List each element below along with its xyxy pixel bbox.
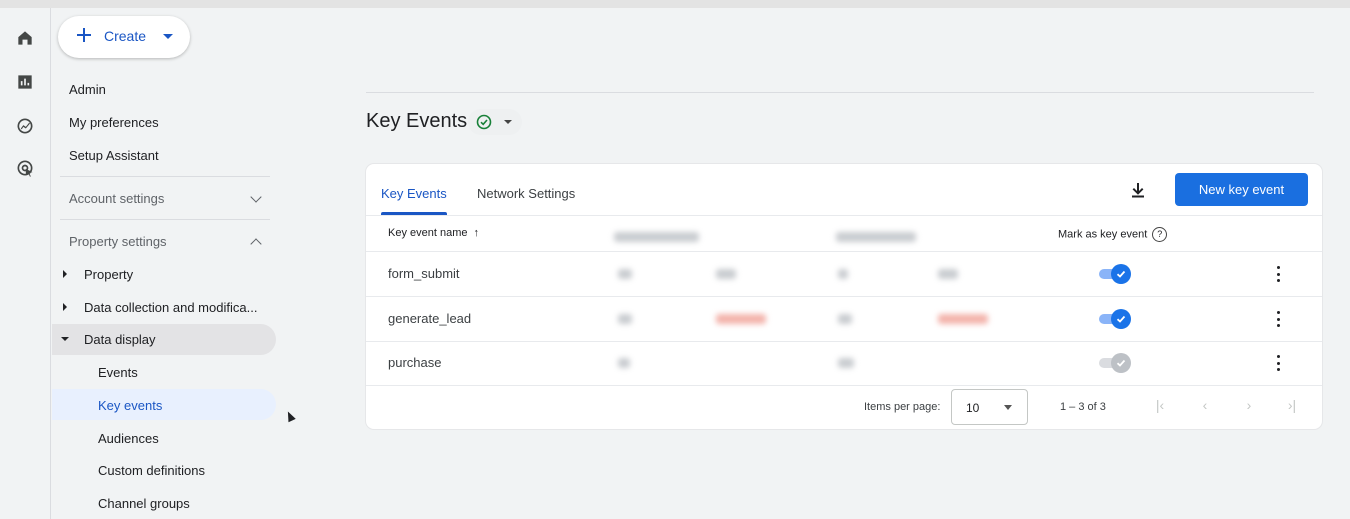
nav-events[interactable]: Events xyxy=(98,365,138,380)
first-page-icon[interactable]: |‹ xyxy=(1152,397,1168,413)
top-strip xyxy=(0,0,1350,8)
expand-icon[interactable] xyxy=(63,270,67,278)
tabs-divider xyxy=(366,215,1322,216)
new-key-event-button[interactable]: New key event xyxy=(1175,173,1308,206)
download-icon[interactable] xyxy=(1128,180,1148,200)
key-event-toggle[interactable] xyxy=(1099,309,1131,329)
column-header-label: Key event name xyxy=(388,227,468,239)
nav-divider xyxy=(60,219,270,220)
header-divider xyxy=(366,92,1314,93)
key-event-name: generate_lead xyxy=(388,311,472,326)
tab-network-settings[interactable]: Network Settings xyxy=(477,186,575,201)
key-events-card: Key Events Network Settings New key even… xyxy=(366,164,1322,429)
nav-account-settings[interactable]: Account settings xyxy=(69,191,164,206)
more-vert-icon[interactable] xyxy=(1274,311,1282,327)
nav-property[interactable]: Property xyxy=(84,267,133,282)
key-event-toggle-disabled[interactable] xyxy=(1099,353,1131,373)
mouse-cursor xyxy=(284,409,296,423)
nav-my-preferences[interactable]: My preferences xyxy=(69,115,159,130)
create-dropdown-icon xyxy=(163,34,173,39)
chevron-up-icon[interactable] xyxy=(250,238,262,250)
nav-divider xyxy=(60,176,270,177)
home-icon[interactable] xyxy=(13,26,37,50)
more-vert-icon[interactable] xyxy=(1274,266,1282,282)
nav-data-collection[interactable]: Data collection and modifica... xyxy=(84,300,257,315)
check-circle-icon xyxy=(476,114,492,130)
chevron-down-icon xyxy=(1004,405,1012,410)
nav-audiences[interactable]: Audiences xyxy=(98,431,159,446)
items-per-page-value: 10 xyxy=(966,401,980,415)
chevron-down-icon[interactable] xyxy=(250,191,262,203)
nav-key-events-row xyxy=(52,389,276,420)
nav-setup-assistant[interactable]: Setup Assistant xyxy=(69,148,159,163)
row-divider xyxy=(366,385,1322,386)
nav-channel-groups[interactable]: Channel groups xyxy=(98,496,190,511)
check-icon xyxy=(1111,353,1131,373)
items-per-page-label: Items per page: xyxy=(864,401,941,413)
items-per-page-select[interactable]: 10 xyxy=(951,389,1028,425)
collapse-icon[interactable] xyxy=(61,337,69,341)
expand-icon[interactable] xyxy=(63,303,67,311)
blurred-columns xyxy=(606,224,1026,384)
chevron-down-icon xyxy=(504,120,512,124)
last-page-icon[interactable]: ›| xyxy=(1284,397,1300,413)
nav-custom-definitions[interactable]: Custom definitions xyxy=(98,463,205,478)
pagination-range: 1 – 3 of 3 xyxy=(1060,401,1106,413)
nav-key-events[interactable]: Key events xyxy=(98,398,162,413)
next-page-icon[interactable]: › xyxy=(1241,397,1257,413)
column-header-label: Mark as key event xyxy=(1058,228,1148,241)
reports-icon[interactable] xyxy=(13,70,37,94)
column-header-key-event-name[interactable]: Key event name ↑ xyxy=(388,227,479,239)
left-rail xyxy=(0,8,51,519)
page-title: Key Events xyxy=(366,110,468,132)
column-header-mark-as-key-event: Mark as key event? xyxy=(1058,227,1168,242)
nav-admin[interactable]: Admin xyxy=(69,82,106,97)
help-icon[interactable]: ? xyxy=(1152,227,1168,242)
tab-key-events[interactable]: Key Events xyxy=(381,186,447,201)
check-icon xyxy=(1111,309,1131,329)
advertising-icon[interactable] xyxy=(13,156,37,180)
plus-icon xyxy=(77,28,91,42)
create-label: Create xyxy=(104,28,147,44)
key-event-name: purchase xyxy=(388,355,442,370)
prev-page-icon[interactable]: ‹ xyxy=(1197,397,1213,413)
check-icon xyxy=(1111,264,1131,284)
nav-data-display[interactable]: Data display xyxy=(84,332,156,347)
status-dropdown[interactable] xyxy=(468,109,522,135)
create-button[interactable]: Create xyxy=(58,16,190,58)
key-event-name: form_submit xyxy=(388,266,460,281)
sort-ascending-icon[interactable]: ↑ xyxy=(474,227,480,239)
explore-icon[interactable] xyxy=(13,114,37,138)
key-event-toggle[interactable] xyxy=(1099,264,1131,284)
nav-property-settings[interactable]: Property settings xyxy=(69,234,167,249)
more-vert-icon[interactable] xyxy=(1274,355,1282,371)
